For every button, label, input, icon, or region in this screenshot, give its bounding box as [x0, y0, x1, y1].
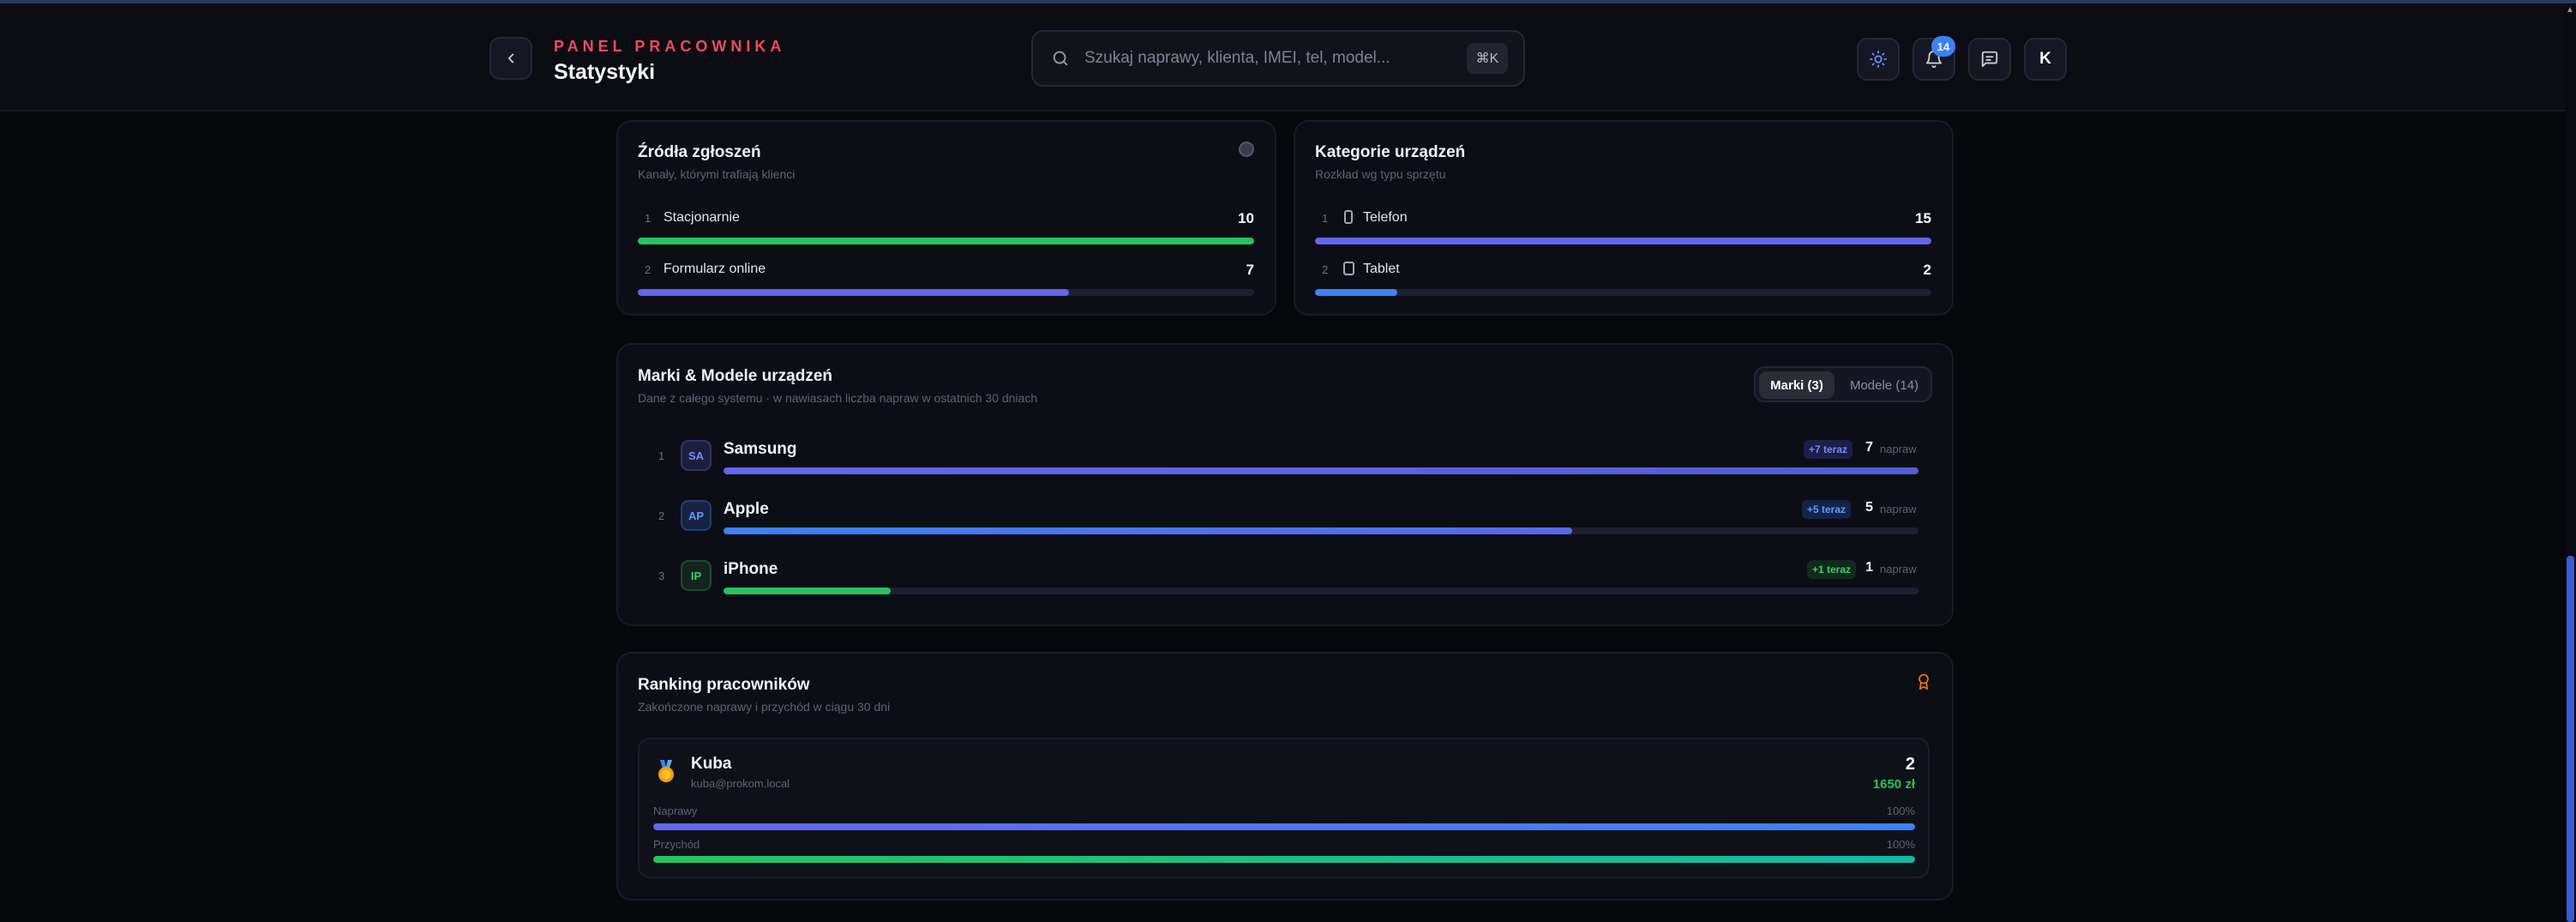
source-row-index: 1 — [645, 212, 652, 225]
repairs-metric-label: Naprawy — [653, 804, 698, 817]
revenue-metric-bar — [653, 856, 1915, 863]
category-row-index: 2 — [1322, 263, 1329, 276]
tab-models[interactable]: Modele (14) — [1840, 371, 1929, 399]
categories-subtitle: Rozkład wg typu sprzętu — [1315, 167, 1446, 181]
repairs-metric-percent: 100% — [1886, 804, 1915, 817]
categories-title: Kategorie urządzeń — [1315, 143, 1466, 161]
brand-chip: AP — [681, 500, 712, 531]
phone-icon — [1344, 210, 1353, 224]
scrollbar-thumb[interactable] — [2567, 556, 2574, 922]
category-row-value: 15 — [1915, 210, 1931, 226]
brand-bar-fill — [724, 467, 1918, 474]
brand-name: iPhone — [724, 560, 778, 578]
search-input[interactable] — [1084, 49, 1467, 68]
revenue-metric-label: Przychód — [653, 838, 700, 851]
scroll-up-arrow-icon[interactable]: ▲ — [2566, 5, 2574, 15]
status-dot-icon — [1239, 142, 1254, 157]
brand-delta-badge: +7 teraz — [1804, 440, 1853, 459]
category-row-bar-fill — [1315, 289, 1397, 296]
brand-bar-fill — [724, 588, 892, 594]
revenue-metric-bar-fill — [653, 856, 1915, 863]
repairs-metric-bar-fill — [653, 823, 1915, 830]
brand-row-index: 2 — [658, 509, 665, 522]
brand-chip: IP — [681, 560, 712, 591]
source-row-value: 7 — [1246, 262, 1254, 278]
category-row-bar — [1315, 289, 1931, 296]
employee-revenue: 1650 zł — [1872, 777, 1915, 792]
brand-name: Samsung — [724, 440, 797, 458]
brand-chip: SA — [681, 440, 712, 471]
global-search[interactable]: ⌘K — [1031, 30, 1525, 87]
tab-brands[interactable]: Marki (3) — [1759, 371, 1834, 399]
messages-button[interactable] — [1968, 38, 2011, 81]
brand-bar — [724, 467, 1918, 474]
search-shortcut-badge: ⌘K — [1467, 43, 1508, 74]
search-icon — [1048, 46, 1072, 70]
brand-count: 5 — [1865, 500, 1873, 515]
award-icon — [1918, 673, 1929, 690]
category-row-bar — [1315, 238, 1931, 244]
brand-row-index: 3 — [658, 569, 665, 582]
source-row-bar-fill — [638, 238, 1254, 244]
brands-subtitle: Dane z całego systemu · w nawiasach licz… — [638, 391, 1038, 405]
source-row-label: Stacjonarnie — [664, 210, 740, 225]
source-row-index: 2 — [645, 263, 652, 276]
employee-repairs-count: 2 — [1905, 755, 1915, 774]
source-row-bar — [638, 289, 1254, 296]
brands-models-toggle: Marki (3) Modele (14) — [1754, 366, 1932, 402]
sources-title: Źródła zgłoszeń — [638, 143, 761, 161]
brand-row-index: 1 — [658, 449, 665, 462]
brands-title: Marki & Modele urządzeń — [638, 367, 832, 385]
page-title: Statystyki — [554, 60, 656, 84]
brand-bar — [724, 588, 1918, 594]
header-eyebrow: PANEL PRACOWNIKA — [554, 38, 786, 55]
chevron-left-icon — [507, 53, 514, 63]
brand-name: Apple — [724, 500, 769, 518]
source-row-label: Formularz online — [664, 262, 766, 276]
brand-delta-badge: +5 teraz — [1802, 500, 1852, 519]
user-avatar-button[interactable]: K — [2024, 38, 2067, 81]
repairs-metric-bar — [653, 823, 1915, 830]
brand-bar-fill — [724, 527, 1572, 534]
brand-count-unit: napraw — [1880, 563, 1917, 575]
brand-delta-badge: +1 teraz — [1807, 560, 1857, 579]
sources-subtitle: Kanały, którymi trafiają klienci — [638, 167, 796, 181]
brand-count: 1 — [1865, 560, 1873, 575]
category-row-label: Telefon — [1363, 210, 1408, 225]
brand-count-unit: napraw — [1880, 443, 1917, 455]
source-row-bar-fill — [638, 289, 1070, 296]
medal-icon — [658, 760, 674, 782]
source-row-bar — [638, 238, 1254, 244]
notifications-count-badge: 14 — [1931, 36, 1955, 57]
back-button[interactable] — [489, 37, 532, 80]
category-row-label: Tablet — [1363, 262, 1400, 276]
message-icon — [1981, 51, 1998, 68]
theme-toggle-button[interactable] — [1857, 38, 1900, 81]
category-row-index: 1 — [1322, 212, 1329, 225]
ranking-title: Ranking pracowników — [638, 676, 810, 694]
category-row-bar-fill — [1315, 238, 1931, 244]
tablet-icon — [1343, 262, 1354, 275]
ranking-subtitle: Zakończone naprawy i przychód w ciągu 30… — [638, 700, 891, 714]
brand-bar — [724, 527, 1918, 534]
brand-count-unit: napraw — [1880, 503, 1917, 515]
category-row-value: 2 — [1923, 262, 1931, 278]
revenue-metric-percent: 100% — [1886, 838, 1915, 851]
source-row-value: 10 — [1238, 210, 1254, 226]
employee-name: Kuba — [691, 755, 732, 773]
employee-email: kuba@prokom.local — [691, 777, 790, 790]
brand-count: 7 — [1865, 440, 1873, 455]
sun-icon — [1869, 50, 1888, 69]
top-header: PANEL PRACOWNIKA Statystyki ⌘K 14 K — [0, 3, 2576, 111]
